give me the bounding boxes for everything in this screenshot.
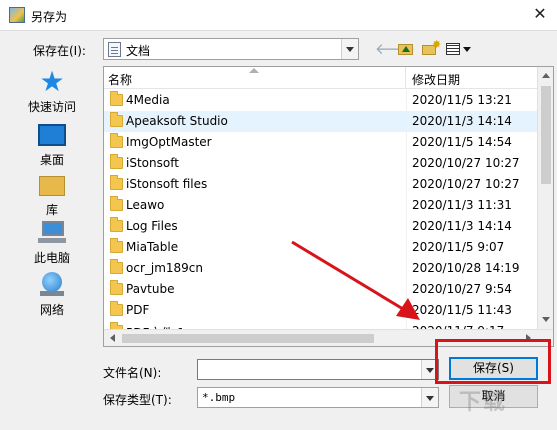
place-label: 快速访问 (27, 100, 76, 114)
file-row[interactable]: 4Media 2020/11/5 13:21 (104, 90, 537, 111)
star-icon: ★ (39, 65, 65, 98)
filename-label: 文件名(N): (103, 366, 162, 380)
scroll-thumb[interactable] (541, 86, 551, 184)
place-label: 库 (45, 203, 58, 217)
view-menu-icon[interactable] (446, 40, 474, 58)
place-label: 网络 (39, 303, 64, 317)
network-icon (37, 271, 67, 299)
chevron-down-icon[interactable] (421, 388, 438, 407)
place-desktop[interactable]: 桌面 (20, 121, 84, 173)
look-in-value: 文档 (126, 44, 151, 58)
place-quick-access[interactable]: ★ 快速访问 (20, 68, 84, 120)
title-bar: 另存为 ✕ (0, 0, 557, 30)
column-header-date[interactable]: 修改日期 (407, 67, 537, 89)
filetype-value: *.bmp (202, 391, 236, 404)
folder-icon (110, 280, 123, 295)
look-in-select[interactable]: 文档 (103, 38, 359, 60)
desktop-icon (38, 124, 66, 146)
column-header-name[interactable]: 名称 (104, 67, 406, 89)
file-row-selected[interactable]: Apeaksoft Studio 2020/11/3 14:14 (104, 111, 537, 132)
file-row[interactable]: iStonsoft 2020/10/27 10:27 (104, 153, 537, 174)
folder-icon (110, 175, 123, 190)
file-list-header: 名称 修改日期 (104, 67, 553, 89)
library-icon (39, 176, 65, 196)
vertical-scrollbar[interactable] (537, 67, 553, 329)
document-folder-icon (108, 42, 121, 57)
folder-icon (110, 196, 123, 211)
place-label: 此电脑 (33, 251, 70, 265)
scroll-up-icon[interactable] (542, 73, 550, 78)
close-icon[interactable]: ✕ (526, 2, 554, 26)
place-this-pc[interactable]: 此电脑 (20, 219, 84, 271)
watermark-text: 下载 (459, 390, 508, 415)
chevron-down-icon[interactable] (341, 39, 358, 59)
file-row[interactable]: ImgOptMaster 2020/11/5 14:54 (104, 132, 537, 153)
filename-field[interactable] (197, 359, 439, 380)
annotation-arrow (291, 240, 420, 320)
up-folder-icon[interactable] (398, 40, 414, 58)
scroll-down-icon[interactable] (542, 317, 550, 322)
place-library[interactable]: 库 (20, 171, 84, 223)
place-label: 桌面 (39, 153, 64, 167)
app-icon (9, 7, 25, 23)
scroll-thumb[interactable] (122, 334, 374, 343)
file-row[interactable]: Leawo 2020/11/3 11:31 (104, 195, 537, 216)
folder-icon (110, 259, 123, 274)
filetype-label: 保存类型(T): (103, 393, 172, 407)
filetype-select[interactable]: *.bmp (197, 387, 439, 408)
folder-icon (110, 217, 123, 232)
folder-icon (110, 112, 123, 127)
scroll-left-icon[interactable] (110, 334, 115, 342)
back-arrow-icon[interactable]: 🡐 (375, 40, 415, 58)
place-network[interactable]: 网络 (20, 271, 84, 323)
highlight-box (435, 339, 551, 384)
file-row[interactable]: iStonsoft files 2020/10/27 10:27 (104, 174, 537, 195)
folder-icon (110, 154, 123, 169)
computer-icon (37, 219, 67, 247)
look-in-label: 保存在(I): (33, 44, 86, 58)
window-title: 另存为 (31, 10, 68, 24)
folder-icon (110, 238, 123, 253)
new-folder-icon[interactable]: ✸ (422, 38, 441, 58)
folder-icon (110, 133, 123, 148)
sort-ascending-icon (249, 68, 259, 74)
folder-icon (110, 91, 123, 106)
folder-icon (110, 301, 123, 316)
